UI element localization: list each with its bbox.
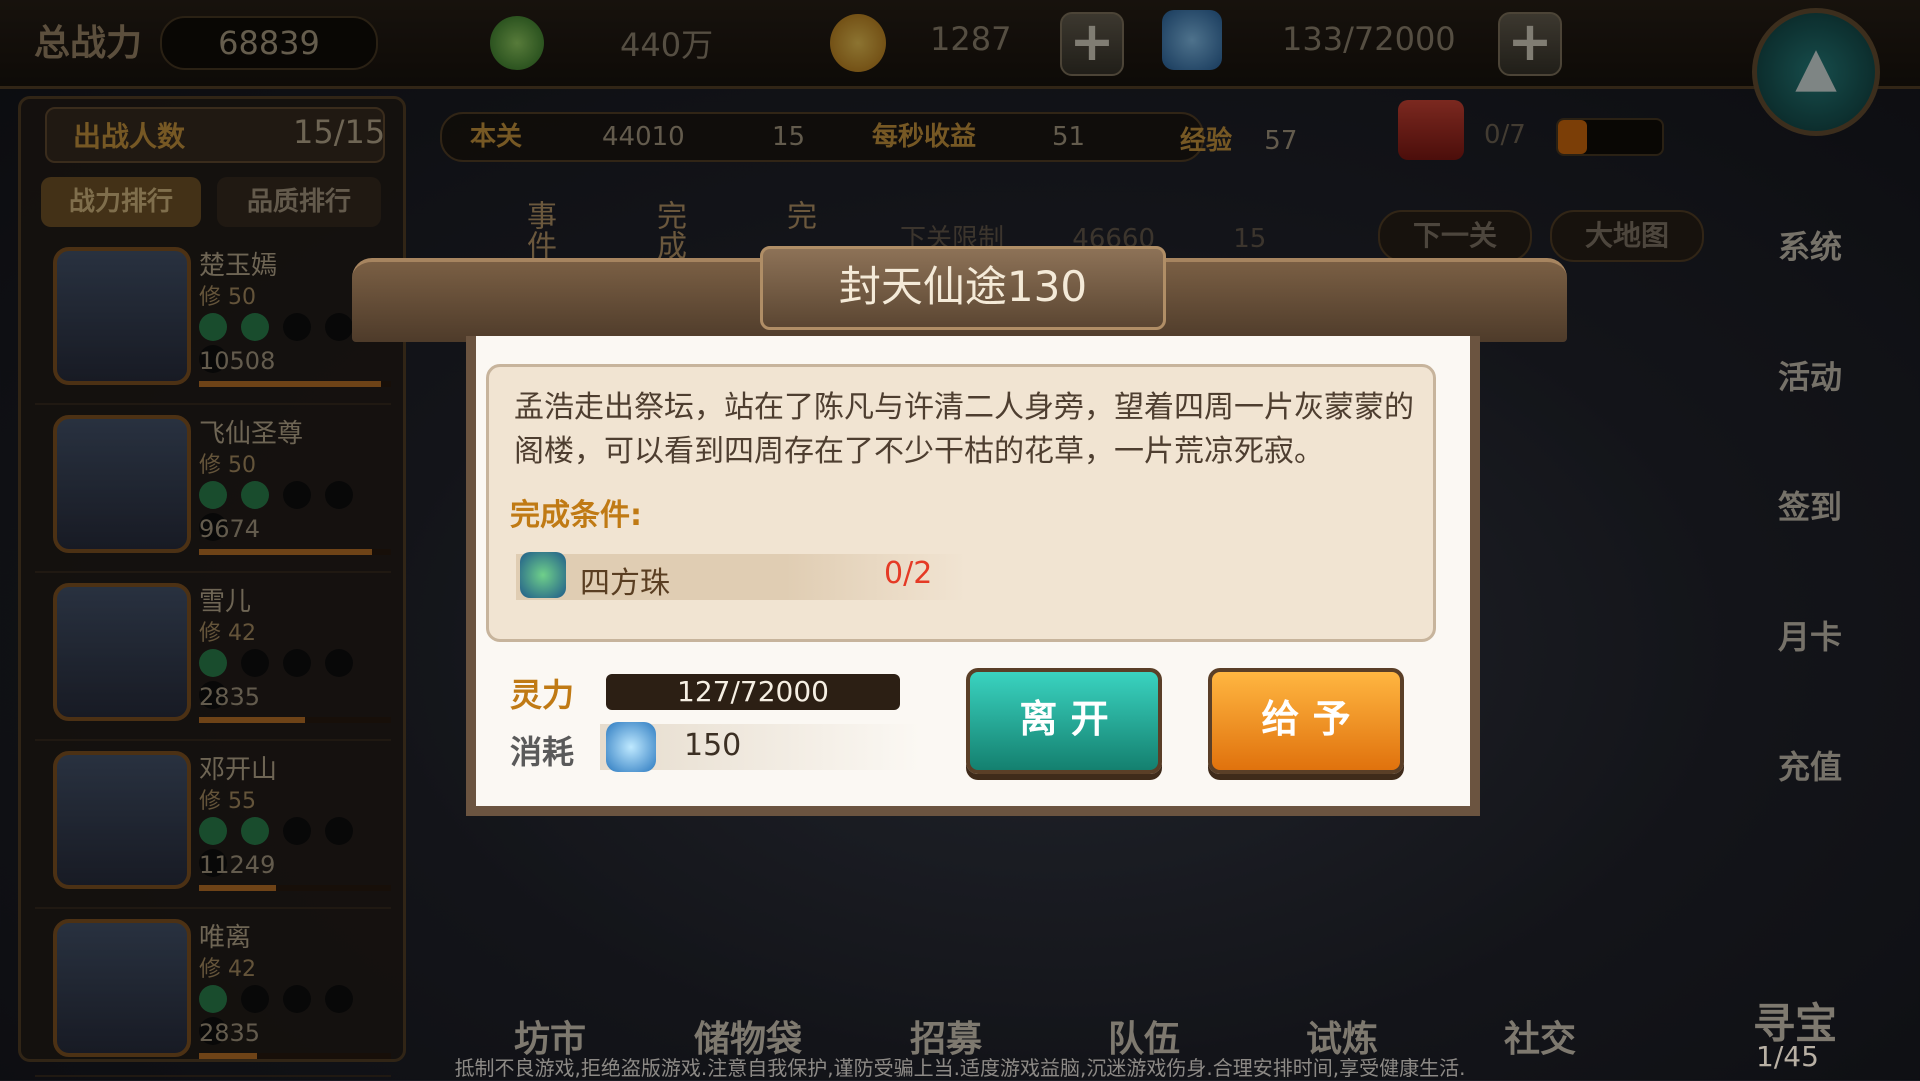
spirit-stone-icon: [606, 722, 656, 772]
spirit-power-label: 灵力: [510, 676, 575, 714]
sifang-orb-icon: [520, 552, 566, 598]
give-button[interactable]: 给 予: [1208, 668, 1404, 774]
cost-value: 150: [684, 728, 742, 763]
health-notice: 抵制不良游戏,拒绝盗版游戏.注意自我保护,谨防受骗上当.适度游戏益脑,沉迷游戏伤…: [454, 1056, 1466, 1080]
condition-label: 完成条件:: [510, 498, 642, 533]
story-text: 孟浩走出祭坛，站在了陈凡与许清二人身旁，望着四周一片灰蒙蒙的阁楼，可以看到四周存…: [514, 390, 1414, 469]
cost-label: 消耗: [510, 733, 575, 771]
dialog-title: 封天仙途130: [760, 246, 1166, 330]
spirit-power-value: 127/72000: [606, 674, 900, 710]
condition-item-count: 0/2: [884, 556, 933, 591]
page-indicator: 1/45: [1756, 1040, 1819, 1073]
condition-item-name: 四方珠: [580, 566, 670, 601]
leave-button[interactable]: 离 开: [966, 668, 1162, 774]
